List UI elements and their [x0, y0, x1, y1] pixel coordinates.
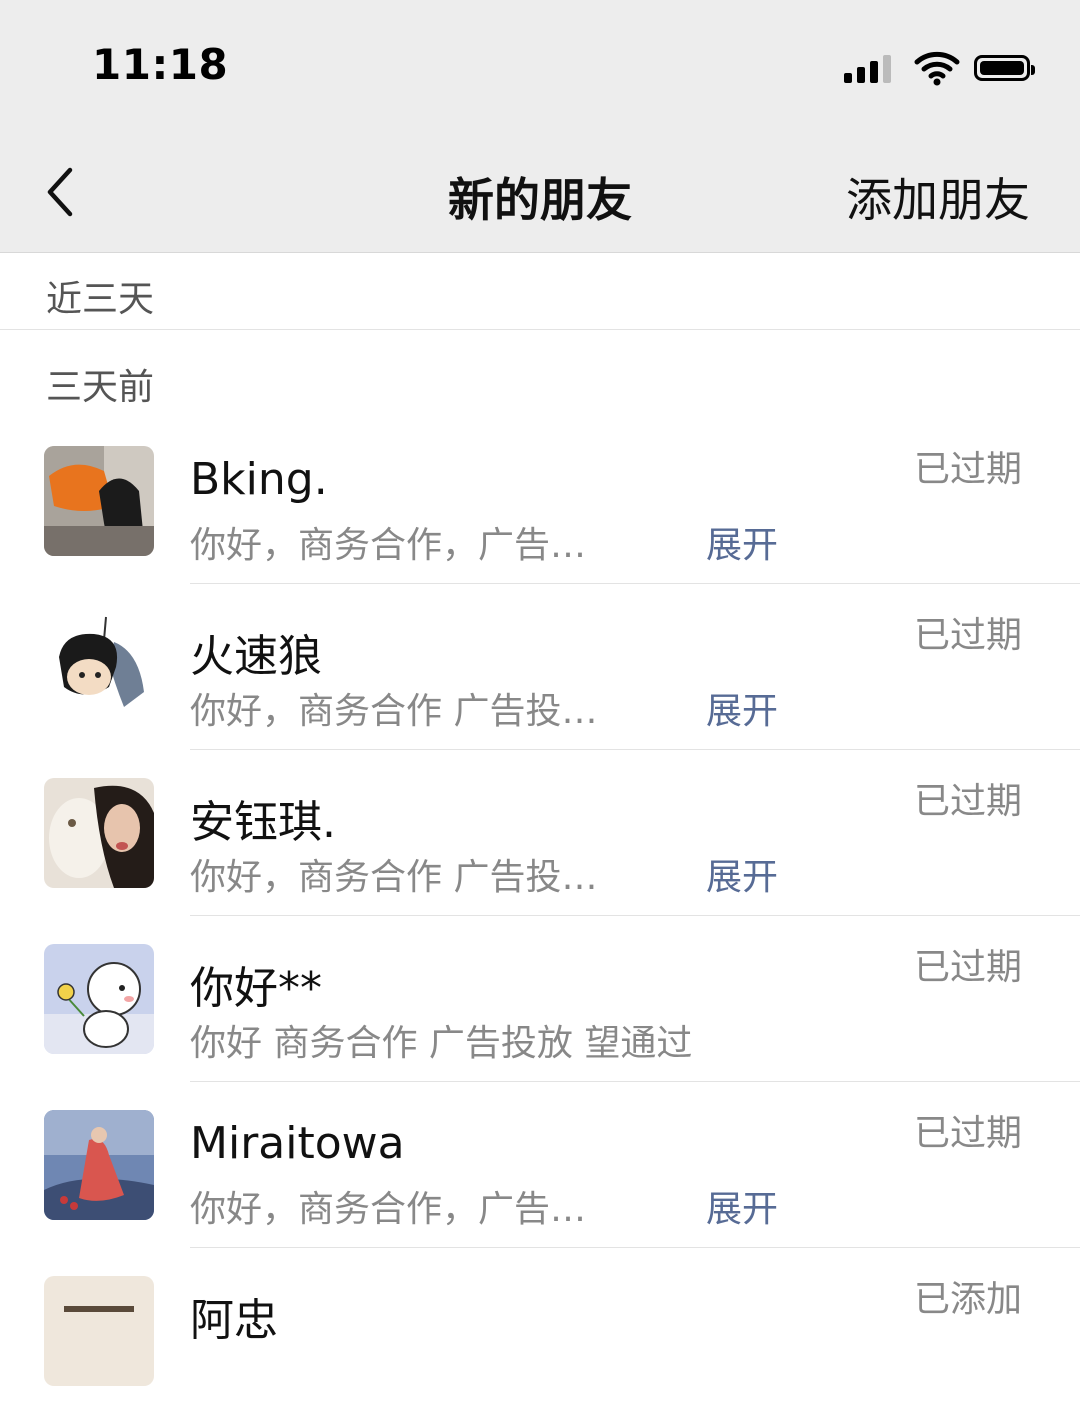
friend-message: 你好，商务合作，广告…: [190, 525, 587, 566]
request-status: 已过期: [913, 615, 1022, 656]
friend-name: 火速狼: [190, 631, 322, 682]
friend-request-row[interactable]: 火速狼 你好，商务合作 广告投… 展开 已过期: [0, 584, 1080, 750]
add-friend-button[interactable]: 添加朋友: [846, 164, 1030, 230]
status-icons: [844, 48, 1035, 88]
friend-name: Bking.: [190, 454, 328, 505]
friend-request-row[interactable]: 阿忠 已添加: [0, 1248, 1080, 1414]
friend-name: Miraitowa: [190, 1118, 405, 1169]
friend-name: 安钰琪.: [190, 797, 336, 848]
avatar: [44, 1276, 154, 1386]
section-header-recent: 近三天: [46, 279, 155, 320]
friend-message: 你好，商务合作 广告投…: [190, 691, 598, 732]
expand-link[interactable]: 展开: [706, 682, 778, 734]
status-time: 11:18: [92, 40, 229, 89]
expand-link[interactable]: 展开: [706, 1180, 778, 1232]
expand-link[interactable]: 展开: [706, 848, 778, 900]
friend-message: 你好，商务合作 广告投…: [190, 857, 598, 898]
section-divider: [0, 329, 1080, 330]
friend-message: 你好 商务合作 广告投放 望通过: [190, 1023, 693, 1064]
avatar: [44, 944, 154, 1054]
friend-request-row[interactable]: 安钰琪. 你好，商务合作 广告投… 展开 已过期: [0, 750, 1080, 916]
friend-name: 阿忠: [190, 1295, 278, 1346]
nav-bar: 新的朋友 添加朋友: [0, 136, 1080, 253]
wifi-icon: [914, 51, 960, 86]
request-status: 已添加: [913, 1279, 1022, 1320]
request-status: 已过期: [913, 781, 1022, 822]
expand-link[interactable]: 展开: [706, 516, 778, 568]
request-status: 已过期: [913, 449, 1022, 490]
avatar: [44, 778, 154, 888]
signal-icon: [844, 53, 896, 83]
section-header-earlier: 三天前: [46, 367, 155, 408]
request-status: 已过期: [913, 947, 1022, 988]
friend-request-row[interactable]: 你好** 你好 商务合作 广告投放 望通过 已过期: [0, 916, 1080, 1082]
request-status: 已过期: [913, 1113, 1022, 1154]
avatar: [44, 612, 154, 722]
status-bar: 11:18: [0, 0, 1080, 136]
friend-name: 你好**: [190, 963, 322, 1014]
friend-message: 你好，商务合作，广告…: [190, 1189, 587, 1230]
battery-icon: [974, 55, 1035, 81]
avatar: [44, 446, 154, 556]
friend-request-row[interactable]: Bking. 你好，商务合作，广告… 展开 已过期: [0, 418, 1080, 584]
friend-request-row[interactable]: Miraitowa 你好，商务合作，广告… 展开 已过期: [0, 1082, 1080, 1248]
avatar: [44, 1110, 154, 1220]
